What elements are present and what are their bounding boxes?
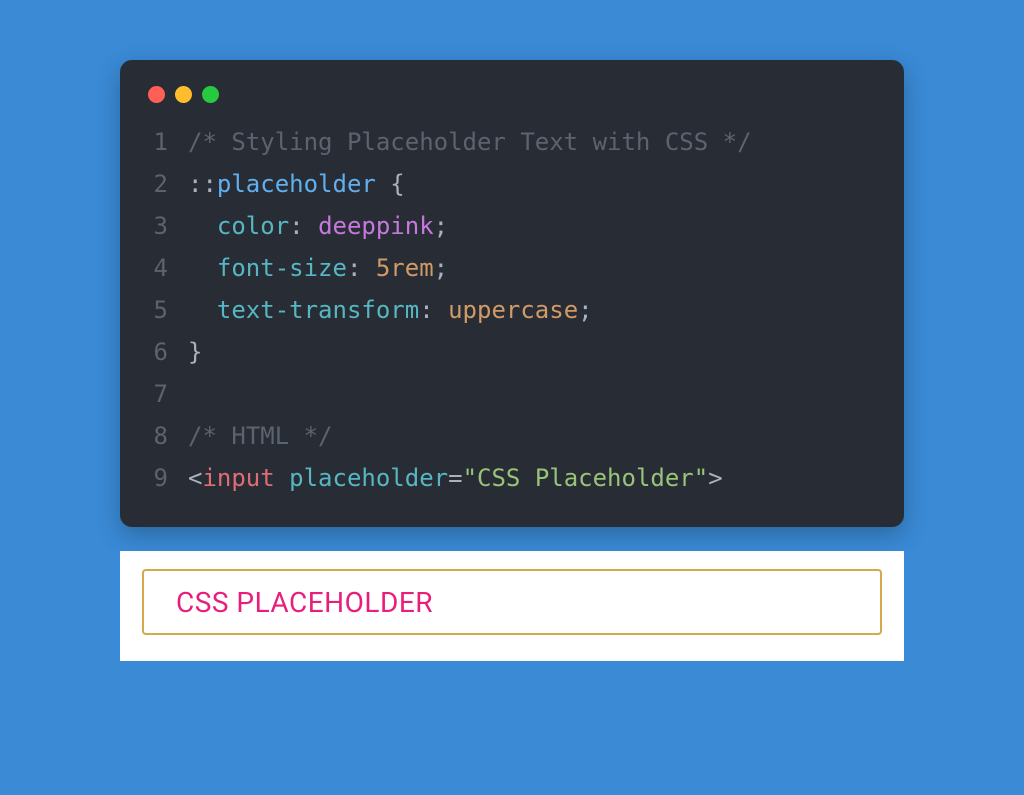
code-editor-window: 1/* Styling Placeholder Text with CSS */… — [120, 60, 904, 527]
line-number: 3 — [144, 205, 188, 247]
code-line: 1/* Styling Placeholder Text with CSS */ — [144, 121, 880, 163]
line-number: 2 — [144, 163, 188, 205]
line-number: 9 — [144, 457, 188, 499]
line-number: 4 — [144, 247, 188, 289]
code-line: 4 font-size: 5rem; — [144, 247, 880, 289]
code-text: /* HTML */ — [188, 415, 880, 457]
code-line: 5 text-transform: uppercase; — [144, 289, 880, 331]
code-text: color: deeppink; — [188, 205, 880, 247]
preview-panel — [120, 551, 904, 661]
code-text: font-size: 5rem; — [188, 247, 880, 289]
code-text: ::placeholder { — [188, 163, 880, 205]
line-number: 6 — [144, 331, 188, 373]
line-number: 5 — [144, 289, 188, 331]
code-text: text-transform: uppercase; — [188, 289, 880, 331]
line-number: 8 — [144, 415, 188, 457]
code-line: 9<input placeholder="CSS Placeholder"> — [144, 457, 880, 499]
code-line: 2::placeholder { — [144, 163, 880, 205]
minimize-icon[interactable] — [175, 86, 192, 103]
code-line: 8/* HTML */ — [144, 415, 880, 457]
code-line: 6} — [144, 331, 880, 373]
demo-placeholder-input[interactable] — [142, 569, 882, 635]
code-text: <input placeholder="CSS Placeholder"> — [188, 457, 880, 499]
window-traffic-lights — [144, 80, 880, 121]
code-line: 3 color: deeppink; — [144, 205, 880, 247]
close-icon[interactable] — [148, 86, 165, 103]
code-block: 1/* Styling Placeholder Text with CSS */… — [144, 121, 880, 499]
line-number: 7 — [144, 373, 188, 415]
maximize-icon[interactable] — [202, 86, 219, 103]
code-line: 7 — [144, 373, 880, 415]
code-text — [188, 373, 880, 415]
line-number: 1 — [144, 121, 188, 163]
code-text: } — [188, 331, 880, 373]
code-text: /* Styling Placeholder Text with CSS */ — [188, 121, 880, 163]
